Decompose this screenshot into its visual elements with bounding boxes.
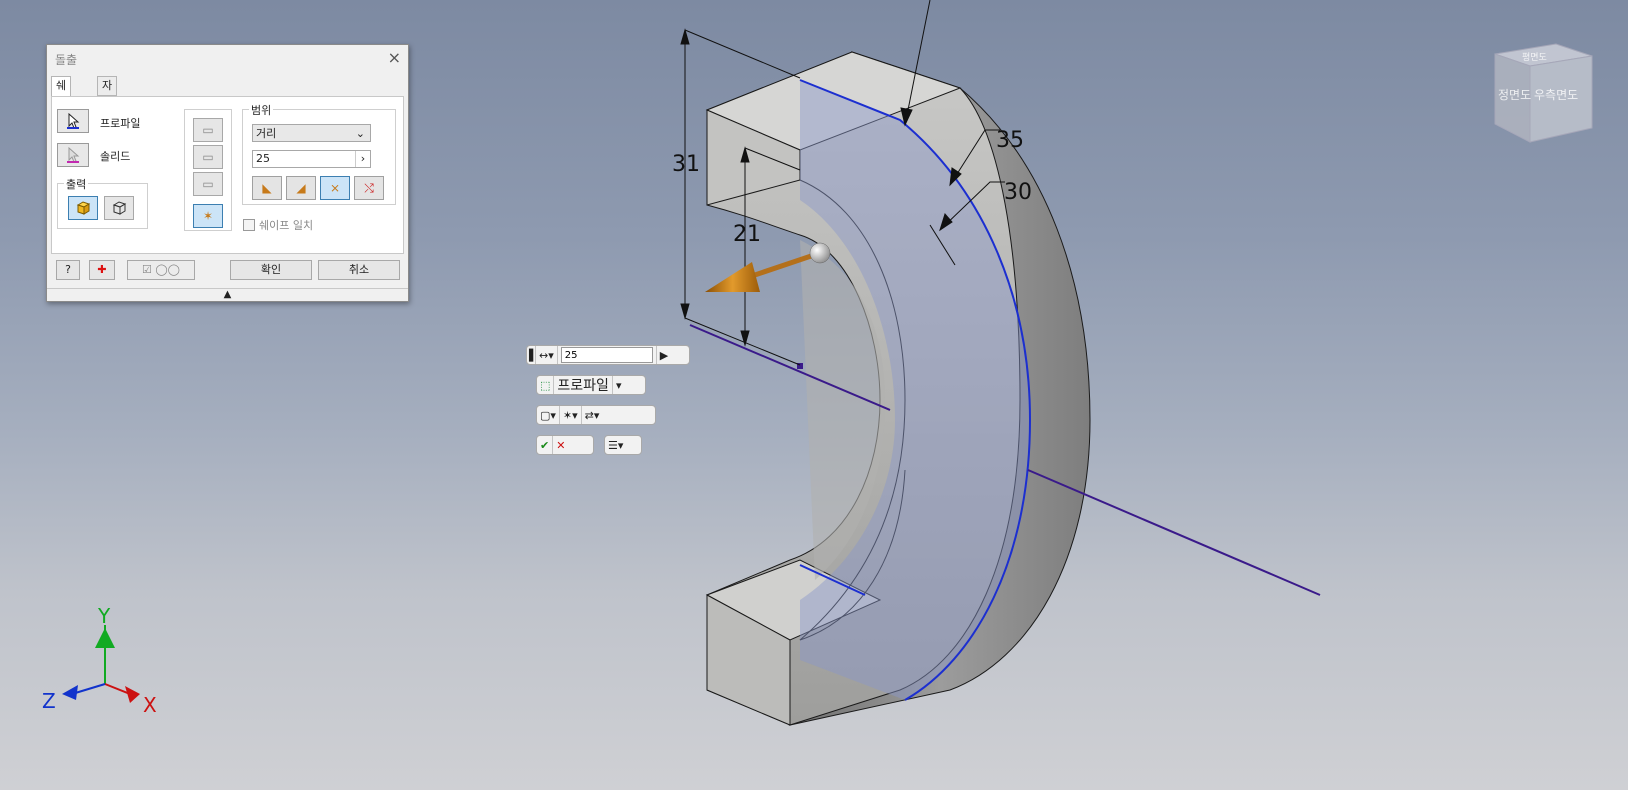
mini-profile-label: 프로파일 xyxy=(554,376,613,394)
mini-menu-dropdown[interactable]: ☰▾ xyxy=(604,435,642,455)
help-button[interactable]: ? xyxy=(56,260,80,280)
direction-symmetric-button[interactable]: ⨯ xyxy=(320,176,350,200)
help-icon: ? xyxy=(65,263,71,276)
mini-grip[interactable]: ▌ xyxy=(527,346,537,364)
operation-group: ▭ ▭ ▭ ✶ xyxy=(184,109,232,231)
viewcube-front-label[interactable]: 정면도 xyxy=(1498,86,1531,103)
chevron-right-icon[interactable]: › xyxy=(355,151,370,167)
solid-select-button[interactable] xyxy=(57,143,89,167)
collapse-toggle[interactable]: ▲ xyxy=(47,288,408,301)
direction-asymmetric-button[interactable]: ⤭ xyxy=(354,176,384,200)
new-solid-button[interactable]: ✶ xyxy=(193,204,223,228)
dimension-30[interactable]: 30 xyxy=(1004,180,1032,205)
output-type-dropdown[interactable]: ▢▾ xyxy=(537,406,560,424)
direction-1-icon: ◣ xyxy=(262,181,272,195)
match-shape-checkbox[interactable] xyxy=(243,219,255,231)
mini-distance-input[interactable] xyxy=(560,347,653,363)
range-type-select[interactable]: 거리 ⌄ xyxy=(252,124,371,142)
direction-asymmetric-icon: ⤭ xyxy=(364,180,374,195)
output-group-title: 출력 xyxy=(64,176,89,192)
intersect-icon: ▭ xyxy=(202,177,214,191)
shape-panel: 프로파일 솔리드 출력 ▭ ▭ ▭ ✶ 범위 거리 ⌄ 25 › ◣ ◢ ⨯ ⤭… xyxy=(51,96,404,254)
axis-x-label: X xyxy=(143,693,157,717)
output-surface-button[interactable] xyxy=(104,196,134,220)
direction-default-button[interactable]: ◣ xyxy=(252,176,282,200)
axis-y-label: Y xyxy=(98,604,111,628)
range-group-title: 범위 xyxy=(249,102,274,118)
mini-confirm-toolbar: ✔ ✕ xyxy=(536,435,594,455)
distance-mode-dropdown[interactable]: ↔▾ xyxy=(536,346,558,364)
axis-z-label: Z xyxy=(42,689,56,713)
dimension-21[interactable]: 21 xyxy=(733,222,761,247)
mini-profile-selector[interactable]: ⬚ 프로파일 ▾ xyxy=(536,375,646,395)
dimension-31[interactable]: 31 xyxy=(672,152,700,177)
output-group: 출력 xyxy=(57,176,148,229)
ok-check-icon[interactable]: ✔ xyxy=(537,436,554,454)
ok-button[interactable]: 확인 xyxy=(230,260,312,280)
solid-label: 솔리드 xyxy=(100,150,131,163)
join-button[interactable]: ▭ xyxy=(193,118,223,142)
match-shape-label: 쉐이프 일치 xyxy=(259,219,314,232)
cursor-arrow-icon-disabled xyxy=(67,147,80,163)
mini-options-toolbar: ▢▾ ✶▾ ⇄▾ xyxy=(536,405,656,425)
join-icon: ▭ xyxy=(202,123,214,137)
add-button[interactable]: ✚ xyxy=(89,260,115,280)
intersect-button[interactable]: ▭ xyxy=(193,172,223,196)
surface-cube-icon xyxy=(112,201,127,215)
close-icon[interactable]: × xyxy=(388,48,401,67)
tab-shape[interactable]: 쉐이프 xyxy=(51,76,72,128)
range-group: 범위 거리 ⌄ 25 › ◣ ◢ ⨯ ⤭ xyxy=(242,102,396,205)
extrude-dialog: 돌출 × 쉐이프 자세히 프로파일 솔리드 출력 ▭ ▭ ▭ ✶ xyxy=(46,44,409,302)
profile-select-icon: ⬚ xyxy=(537,376,555,394)
profile-label: 프로파일 xyxy=(100,117,141,130)
range-type-value: 거리 xyxy=(256,127,277,140)
coordinate-triad xyxy=(62,625,140,703)
tab-more[interactable]: 자세히 xyxy=(97,76,118,128)
menu-list-icon: ☰▾ xyxy=(608,438,624,452)
direction-2-icon: ◢ xyxy=(296,181,306,195)
chevron-down-icon: ⌄ xyxy=(355,127,365,140)
cancel-button[interactable]: 취소 xyxy=(318,260,400,280)
plus-icon: ✚ xyxy=(97,263,107,276)
dialog-title: 돌출 xyxy=(55,53,78,67)
viewcube-top-label[interactable]: 평면도 xyxy=(1522,50,1547,63)
direction-dropdown[interactable]: ⇄▾ xyxy=(582,406,603,424)
direction-flipped-button[interactable]: ◢ xyxy=(286,176,316,200)
chevron-down-icon[interactable]: ▾ xyxy=(613,376,625,394)
cancel-x-icon[interactable]: ✕ xyxy=(553,436,568,454)
dimension-35[interactable]: 35 xyxy=(996,128,1024,153)
check-glasses-icon: ☑ ◯◯ xyxy=(142,263,180,276)
cursor-arrow-icon xyxy=(67,113,80,129)
output-solid-button[interactable] xyxy=(68,196,98,220)
new-solid-icon: ✶ xyxy=(202,209,214,223)
solid-cube-icon xyxy=(76,201,91,215)
distance-input[interactable]: 25 › xyxy=(252,150,371,168)
mini-apply-arrow[interactable]: ▶ xyxy=(657,346,671,364)
profile-select-button[interactable] xyxy=(57,109,89,133)
mini-toolbar-distance: ▌ ↔▾ ▶ xyxy=(526,345,690,365)
direction-symmetric-icon: ⨯ xyxy=(329,181,341,195)
cut-icon: ▭ xyxy=(202,150,214,164)
distance-value: 25 xyxy=(256,152,270,165)
viewcube-right-label[interactable]: 우측면도 xyxy=(1534,86,1578,103)
preview-toggle[interactable]: ☑ ◯◯ xyxy=(127,260,195,280)
operation-dropdown[interactable]: ✶▾ xyxy=(560,406,582,424)
cut-button[interactable]: ▭ xyxy=(193,145,223,169)
